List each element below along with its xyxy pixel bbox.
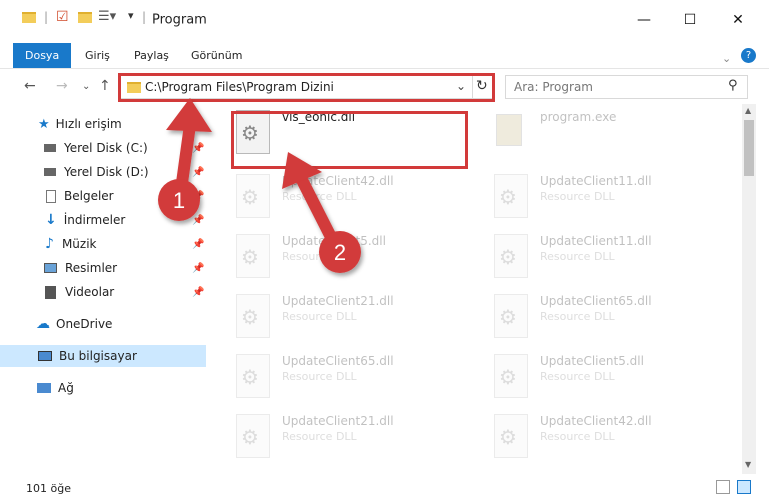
details-view-button[interactable]: [716, 480, 730, 494]
large-icons-view-button[interactable]: [737, 480, 751, 494]
status-bar: 101 öğe: [0, 474, 769, 504]
item-count: 101 öğe: [26, 482, 71, 495]
annotation-arrows: 1 2: [158, 98, 361, 273]
step-2-label: 2: [334, 240, 346, 265]
step-1-label: 1: [173, 188, 185, 213]
arrow-1-head: [166, 98, 212, 132]
